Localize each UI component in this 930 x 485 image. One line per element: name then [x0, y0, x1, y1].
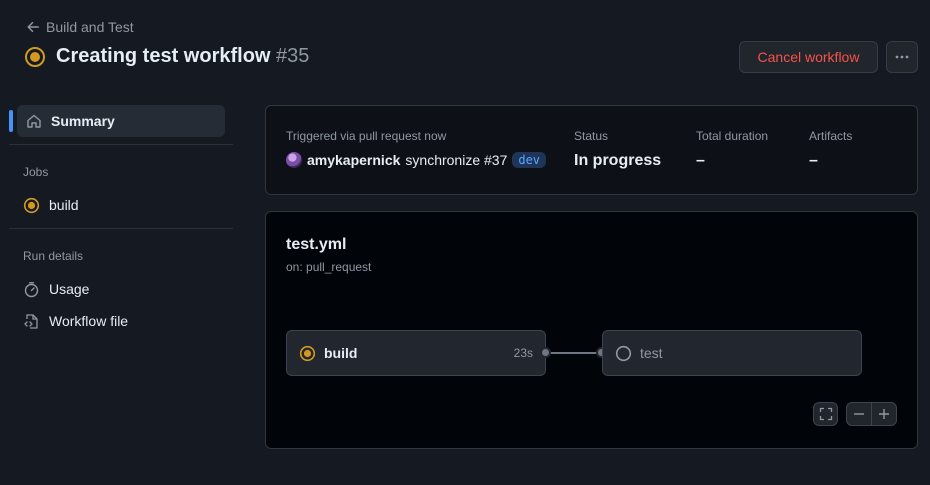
- output-port: [540, 347, 551, 358]
- fullscreen-icon: [819, 407, 832, 421]
- sidebar-item-usage[interactable]: Usage: [17, 274, 225, 304]
- trigger-details: amykapernick synchronize #37 dev: [286, 152, 547, 168]
- run-number: #35: [276, 45, 310, 67]
- sidebar-item-summary[interactable]: Summary: [17, 105, 225, 137]
- workflow-file-name: test.yml: [286, 236, 347, 253]
- kebab-horizontal-icon: [895, 55, 909, 59]
- sidebar-divider: [9, 144, 233, 145]
- job-node-build[interactable]: build 23s: [286, 330, 546, 376]
- status-label: Status: [574, 129, 609, 143]
- in-progress-icon: [25, 46, 45, 67]
- more-options-button[interactable]: [886, 41, 918, 73]
- run-summary-card: [265, 105, 918, 195]
- run-title: Creating test workflow: [56, 45, 271, 67]
- job-duration: 23s: [513, 346, 533, 360]
- zoom-in-button[interactable]: [871, 402, 897, 426]
- status-value: In progress: [574, 152, 662, 169]
- arrow-left-icon: [27, 21, 39, 33]
- avatar[interactable]: [286, 152, 302, 168]
- cancel-workflow-button[interactable]: Cancel workflow: [739, 41, 878, 73]
- artifacts-label: Artifacts: [809, 129, 853, 143]
- job-node-test[interactable]: test: [602, 330, 862, 376]
- back-link-label: Build and Test: [46, 19, 134, 35]
- sidebar-item-label: Summary: [51, 113, 115, 129]
- stopwatch-icon: [24, 281, 39, 297]
- jobs-heading: Jobs: [23, 165, 49, 179]
- home-icon: [27, 114, 41, 128]
- queued-icon: [615, 345, 632, 361]
- fullscreen-button[interactable]: [813, 402, 838, 426]
- workflow-trigger: on: pull_request: [286, 260, 372, 274]
- duration-label: Total duration: [696, 129, 769, 143]
- job-name: build: [324, 345, 358, 361]
- zoom-out-button[interactable]: [846, 402, 872, 426]
- branch-badge[interactable]: dev: [512, 152, 547, 168]
- sidebar-item-label: Workflow file: [49, 313, 129, 329]
- plus-icon: [879, 409, 889, 419]
- file-code-icon: [24, 313, 38, 329]
- run-details-heading: Run details: [23, 249, 84, 263]
- in-progress-icon: [23, 197, 40, 213]
- page-title: Creating test workflow #35: [56, 45, 309, 68]
- sidebar-item-workflow-file[interactable]: Workflow file: [17, 306, 225, 336]
- back-link[interactable]: Build and Test: [26, 19, 134, 35]
- active-nav-indicator: [9, 110, 13, 132]
- in-progress-icon: [299, 345, 316, 361]
- actor-link[interactable]: amykapernick: [307, 152, 400, 168]
- duration-value: –: [696, 152, 705, 169]
- trigger-label: Triggered via pull request now: [286, 129, 447, 143]
- job-name: test: [640, 345, 663, 361]
- job-connector: [546, 352, 602, 354]
- sidebar-divider: [9, 228, 233, 229]
- sidebar-item-label: Usage: [49, 281, 90, 297]
- minus-icon: [854, 413, 864, 415]
- artifacts-value: –: [809, 152, 818, 169]
- event-link[interactable]: synchronize #37: [405, 152, 507, 168]
- sidebar-item-build[interactable]: build: [17, 190, 225, 220]
- page-title-row: Creating test workflow #35: [24, 45, 309, 68]
- sidebar-item-label: build: [49, 197, 79, 213]
